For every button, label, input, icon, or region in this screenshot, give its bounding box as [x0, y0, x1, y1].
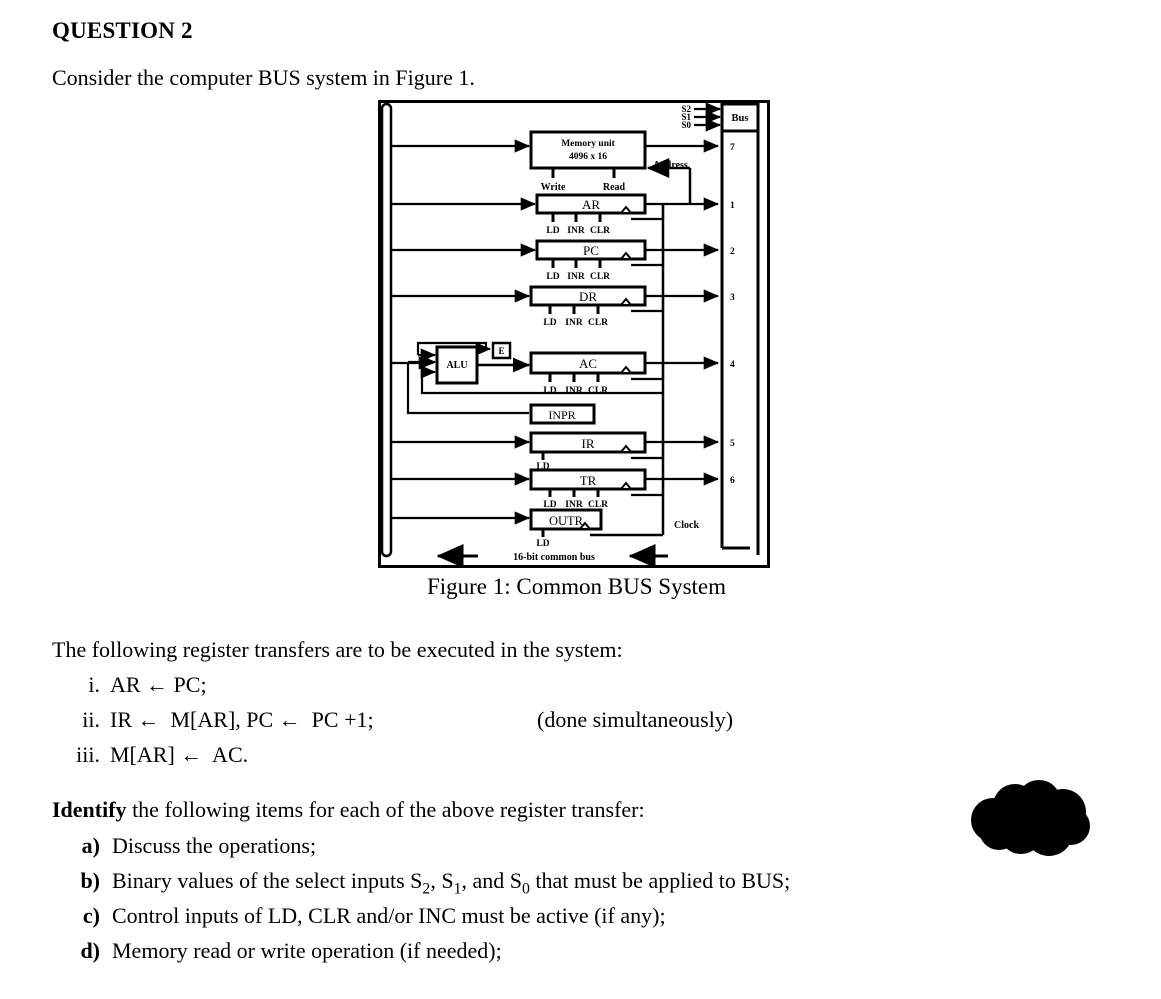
redaction-blob — [963, 780, 1103, 862]
register-pc-label: PC — [583, 243, 599, 258]
identify-text-b-part4: that must be applied to BUS; — [529, 868, 791, 893]
memory-line1: Memory unit — [561, 139, 615, 149]
identify-item-a: a) Discuss the operations; — [52, 833, 1052, 868]
register-ir: IR LD — [529, 431, 720, 472]
identify-item-d: d) Memory read or write operation (if ne… — [52, 938, 1052, 973]
clock-label: Clock — [674, 520, 699, 531]
register-ir-label: IR — [582, 436, 595, 451]
e-flag-label: E — [498, 346, 504, 356]
bus-index-3: 3 — [730, 293, 735, 303]
ac-ctrl-clr: CLR — [588, 386, 608, 396]
identify-text-b: Binary values of the select inputs S2, S… — [112, 868, 790, 898]
bus-index-1: 1 — [730, 201, 735, 211]
ac-ctrl-ld: LD — [543, 386, 556, 396]
memory-line2: 4096 x 16 — [569, 152, 607, 162]
identify-num-a: a) — [81, 833, 100, 858]
transfer-item-i: i. AR ← PC; — [52, 672, 952, 707]
identify-lead-rest: the following items for each of the abov… — [126, 797, 645, 822]
dr-ctrl-inr: INR — [565, 318, 583, 328]
bus-index-5: 5 — [730, 439, 735, 449]
memory-read-label: Read — [603, 182, 626, 193]
figure-common-bus-system: Memory unit 4096 x 16 Write Read Address… — [378, 100, 770, 568]
transfer-text-ii: IR ← M[AR], PC ← PC +1; — [110, 707, 374, 732]
register-tr: TR LD INR CLR — [529, 468, 720, 510]
memory-address-label: Address — [653, 160, 688, 171]
identify-lead-bold: Identify — [52, 797, 127, 822]
select-input-s0: S0 — [681, 120, 691, 130]
identify-text-b-part1: Binary values of the select inputs S — [112, 868, 423, 893]
figure-caption: Figure 1: Common BUS System — [0, 574, 1161, 600]
identify-lead: Identify the following items for each of… — [52, 797, 645, 823]
ar-ctrl-inr: INR — [567, 226, 585, 236]
outr-ctrl-ld: LD — [536, 539, 549, 549]
register-ar-label: AR — [582, 197, 600, 212]
bottom-bus-label: 16-bit common bus — [513, 552, 595, 563]
dr-ctrl-ld: LD — [543, 318, 556, 328]
alu-label: ALU — [446, 360, 467, 371]
register-ac: AC LD INR CLR — [529, 351, 720, 396]
identify-item-b: b) Binary values of the select inputs S2… — [52, 868, 1052, 903]
pc-ctrl-inr: INR — [567, 272, 585, 282]
pc-ctrl-clr: CLR — [590, 272, 610, 282]
intro-text: Consider the computer BUS system in Figu… — [52, 65, 475, 90]
register-outr-label: OUTR — [549, 514, 584, 528]
transfer-note-ii: (done simultaneously) — [537, 707, 734, 732]
transfer-item-ii: ii. IR ← M[AR], PC ← PC +1; (done simult… — [52, 707, 952, 742]
bus-index-2: 2 — [730, 247, 735, 257]
transfer-num-i: i. — [88, 672, 100, 697]
transfer-num-iii: iii. — [76, 742, 100, 767]
transfer-item-iii: iii. M[AR] ← AC. — [52, 742, 952, 777]
register-dr: DR LD INR CLR — [529, 285, 720, 328]
ar-ctrl-clr: CLR — [590, 226, 610, 236]
identify-item-list: a) Discuss the operations; b) Binary val… — [52, 833, 1052, 973]
register-inpr: INPR — [529, 403, 596, 425]
register-dr-label: DR — [579, 289, 597, 304]
identify-num-c: c) — [82, 903, 100, 928]
transfer-list: i. AR ← PC; ii. IR ← M[AR], PC ← PC +1; … — [52, 672, 952, 777]
identify-text-b-part3: , and S — [461, 868, 522, 893]
bus-index-4: 4 — [730, 360, 735, 370]
transfer-num-ii: ii. — [82, 707, 100, 732]
document-page: QUESTION 2 Consider the computer BUS sys… — [0, 0, 1161, 999]
dr-ctrl-clr: CLR — [588, 318, 608, 328]
register-ac-label: AC — [579, 356, 597, 371]
page-title: QUESTION 2 — [52, 18, 193, 43]
ac-ctrl-inr: INR — [565, 386, 583, 396]
identify-item-c: c) Control inputs of LD, CLR and/or INC … — [52, 903, 1052, 938]
identify-sub-s0: 0 — [521, 880, 530, 898]
bus-index-7: 7 — [730, 143, 735, 153]
transfer-text-iii: M[AR] ← AC. — [110, 742, 249, 767]
register-tr-label: TR — [580, 473, 597, 488]
bus-box-label: Bus — [732, 113, 749, 124]
register-pc: PC LD INR CLR — [535, 239, 720, 282]
figure-caption-text: Figure 1: Common BUS System — [426, 574, 727, 599]
identify-text-d: Memory read or write operation (if neede… — [112, 938, 502, 963]
bus-index-6: 6 — [730, 476, 735, 486]
identify-text-c: Control inputs of LD, CLR and/or INC mus… — [112, 903, 666, 928]
identify-num-d: d) — [80, 938, 100, 963]
identify-text-a: Discuss the operations; — [112, 833, 317, 858]
register-outr: OUTR LD — [529, 508, 663, 549]
register-inpr-label: INPR — [548, 408, 575, 422]
transfer-text-i: AR ← PC; — [110, 672, 207, 697]
identify-num-b: b) — [80, 868, 100, 893]
transfers-lead: The following register transfers are to … — [52, 637, 623, 662]
memory-write-label: Write — [541, 182, 566, 193]
pc-ctrl-ld: LD — [546, 272, 559, 282]
identify-text-b-part2: , S — [430, 868, 454, 893]
ar-ctrl-ld: LD — [546, 226, 559, 236]
common-bus-band: 16-bit common bus — [436, 544, 668, 568]
